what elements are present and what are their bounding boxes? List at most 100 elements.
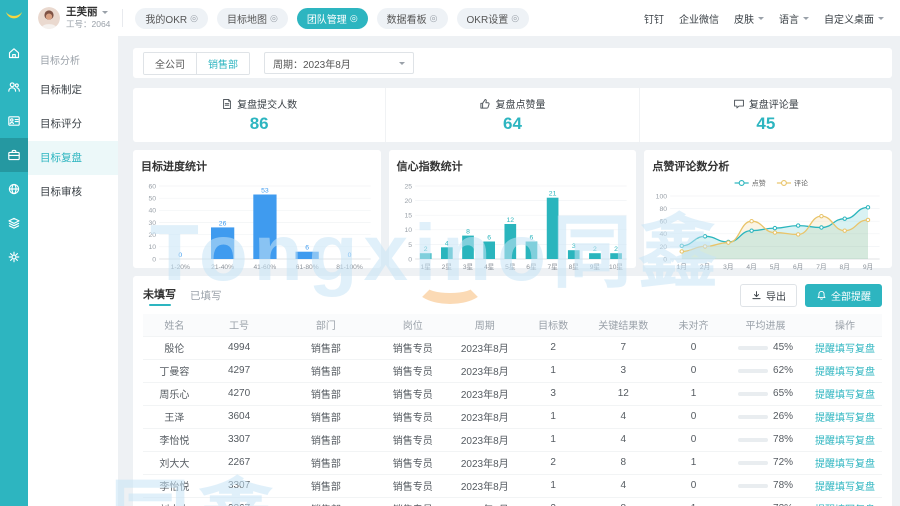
column-header-2: 部门 <box>272 314 379 336</box>
svg-text:6星: 6星 <box>526 263 537 271</box>
action-label: 企业微信 <box>679 11 719 26</box>
briefcase-icon <box>7 148 21 162</box>
rail-item-layers[interactable] <box>0 206 28 240</box>
remind-fill-link[interactable]: 提醒填写复盘 <box>815 413 875 424</box>
cell-krs: 4 <box>583 474 664 497</box>
remind-fill-link[interactable]: 提醒填写复盘 <box>815 482 875 493</box>
svg-text:20: 20 <box>660 244 668 251</box>
rail-item-briefcase[interactable] <box>0 138 28 172</box>
cell-role: 销售专员 <box>379 497 446 506</box>
svg-text:41-60%: 41-60% <box>253 264 276 271</box>
progress-bar <box>738 438 768 442</box>
tab-filled[interactable]: 已填写 <box>190 288 222 303</box>
svg-text:81-100%: 81-100% <box>336 264 363 271</box>
cell-goals: 1 <box>524 474 583 497</box>
topbar-action-1[interactable]: 企业微信 <box>679 11 719 26</box>
sidebar-item-3[interactable]: 目标审核 <box>28 175 118 209</box>
user-info[interactable]: 王芙丽 工号：2064 <box>66 7 110 29</box>
topbar-right-actions: 钉钉企业微信皮肤 语言自定义桌面 <box>644 11 900 26</box>
svg-text:30: 30 <box>149 220 157 227</box>
cell-krs: 7 <box>583 336 664 359</box>
remind-fill-link[interactable]: 提醒填写复盘 <box>815 367 875 378</box>
scope-tab-sales[interactable]: 销售部 <box>196 53 249 74</box>
rail-item-gear[interactable] <box>0 240 28 274</box>
sidebar-item-2[interactable]: 目标复盘 <box>28 141 118 175</box>
cell-krs: 8 <box>583 497 664 506</box>
home-icon <box>7 46 21 60</box>
topbar-action-2[interactable]: 皮肤 <box>734 11 764 26</box>
column-header-7: 未对齐 <box>664 314 723 336</box>
rail-item-home[interactable] <box>0 36 28 70</box>
cell-name: 李怡悦 <box>143 474 206 497</box>
cell-krs: 4 <box>583 405 664 428</box>
brand-logo[interactable] <box>0 0 28 34</box>
chevron-down-icon <box>102 11 108 17</box>
cell-dept: 销售部 <box>272 428 379 451</box>
sidebar-item-0[interactable]: 目标制定 <box>28 73 118 107</box>
remind-all-button[interactable]: 全部提醒 <box>805 284 882 307</box>
thumbs-up-icon <box>479 98 491 110</box>
remind-fill-link[interactable]: 提醒填写复盘 <box>815 459 875 470</box>
svg-text:7星: 7星 <box>547 263 558 271</box>
cell-progress: 62% <box>723 359 808 382</box>
topbar-action-4[interactable]: 自定义桌面 <box>824 11 884 26</box>
cell-unaligned: 1 <box>664 382 723 405</box>
cell-id: 3604 <box>206 405 273 428</box>
export-button[interactable]: 导出 <box>740 284 797 307</box>
cell-action: 提醒填写复盘 <box>808 382 882 405</box>
svg-text:9月: 9月 <box>863 263 873 271</box>
topbar-action-3[interactable]: 语言 <box>779 11 809 26</box>
topbar-tab-2[interactable]: 团队管理◎ <box>297 8 368 29</box>
chart-title: 目标进度统计 <box>141 158 375 174</box>
cell-action: 提醒填写复盘 <box>808 474 882 497</box>
svg-text:10: 10 <box>404 227 412 234</box>
topbar-tab-0[interactable]: 我的OKR◎ <box>135 8 208 29</box>
scope-tab-company[interactable]: 全公司 <box>144 53 196 74</box>
cell-id: 4994 <box>206 336 273 359</box>
remind-fill-link[interactable]: 提醒填写复盘 <box>815 344 875 355</box>
svg-text:8星: 8星 <box>568 263 579 271</box>
tab-not-filled[interactable]: 未填写 <box>143 286 176 306</box>
action-label: 自定义桌面 <box>824 11 874 26</box>
sidebar-item-1[interactable]: 目标评分 <box>28 107 118 141</box>
cell-unaligned: 0 <box>664 359 723 382</box>
svg-text:8: 8 <box>466 229 470 236</box>
svg-text:1星: 1星 <box>420 263 431 271</box>
topbar-tab-3[interactable]: 数据看板◎ <box>377 8 448 29</box>
icon-rail <box>0 0 28 506</box>
cell-goals: 1 <box>524 428 583 451</box>
filter-bar: 全公司 销售部 周期：2023年8月 <box>133 48 892 78</box>
rail-item-badge[interactable] <box>0 104 28 138</box>
progress-label: 45% <box>773 342 793 353</box>
remind-fill-link[interactable]: 提醒填写复盘 <box>815 436 875 447</box>
topbar-action-0[interactable]: 钉钉 <box>644 11 664 26</box>
progress-label: 26% <box>773 411 793 422</box>
rail-item-team[interactable] <box>0 70 28 104</box>
rail-item-globe[interactable] <box>0 172 28 206</box>
document-icon <box>221 98 233 110</box>
rail-icons <box>0 36 28 274</box>
cell-period: 2023年8月 <box>446 474 524 497</box>
chart-card-1: 信心指数统计 051015202521星42星83星64星125星66星217星… <box>389 150 637 268</box>
period-select[interactable]: 周期：2023年8月 <box>264 52 414 74</box>
table-row: 李怡悦3307销售部销售专员2023年8月14078%提醒填写复盘 <box>143 474 882 497</box>
tab-label: 数据看板 <box>387 11 427 26</box>
remind-fill-link[interactable]: 提醒填写复盘 <box>815 390 875 401</box>
export-label: 导出 <box>766 288 786 303</box>
tab-label: OKR设置 <box>467 11 509 26</box>
topbar-tab-4[interactable]: OKR设置◎ <box>457 8 530 29</box>
stat-value: 86 <box>250 114 269 134</box>
svg-text:2: 2 <box>593 246 597 253</box>
svg-text:2: 2 <box>614 246 618 253</box>
chevron-down-icon <box>399 62 405 68</box>
cell-period: 2023年8月 <box>446 451 524 474</box>
avatar[interactable] <box>38 7 60 29</box>
cell-action: 提醒填写复盘 <box>808 359 882 382</box>
cell-name: 周乐心 <box>143 382 206 405</box>
action-label: 皮肤 <box>734 11 754 26</box>
svg-text:0: 0 <box>178 252 182 259</box>
cell-progress: 26% <box>723 405 808 428</box>
table-actions: 导出 全部提醒 <box>740 284 882 307</box>
cell-krs: 4 <box>583 428 664 451</box>
topbar-tab-1[interactable]: 目标地图◎ <box>217 8 288 29</box>
